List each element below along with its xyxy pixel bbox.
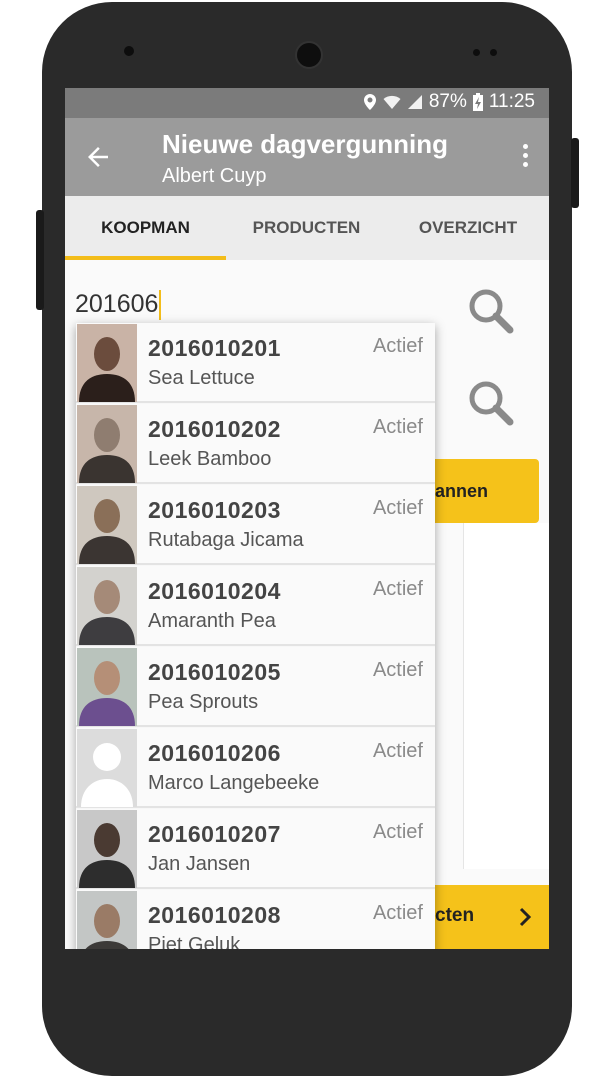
location-icon (363, 94, 376, 110)
status-bar: 87% 11:25 (65, 88, 549, 118)
tab-bar: KOOPMAN PRODUCTEN OVERZICHT (65, 196, 549, 260)
result-number: 2016010204 (148, 578, 281, 604)
scan-button[interactable]: annen (425, 459, 539, 523)
result-status: Actief (372, 416, 423, 438)
result-number: 2016010202 (148, 416, 281, 442)
app-bar: Nieuwe dagvergunning Albert Cuyp (65, 118, 549, 196)
avatar (77, 567, 137, 645)
tab-producten[interactable]: PRODUCTEN (226, 196, 387, 260)
text-cursor (159, 290, 162, 321)
search-icon[interactable] (466, 286, 516, 336)
earpiece-speaker (295, 41, 323, 69)
avatar-placeholder-icon (77, 729, 137, 807)
avatar (77, 405, 137, 483)
result-name: Leek Bamboo (148, 448, 272, 470)
result-row[interactable]: 2016010208 Piet Geluk Actief (76, 890, 435, 949)
autocomplete-dropdown: 2016010201 Sea Lettuce Actief 2016010202 Lee… (76, 323, 435, 949)
result-row[interactable]: 2016010203 Rutabaga Jicama Actief (76, 485, 435, 565)
result-row[interactable]: 2016010207 Jan Jansen Actief (76, 809, 435, 889)
result-number: 2016010205 (148, 659, 281, 685)
page-title: Nieuwe dagvergunning (162, 129, 449, 159)
avatar (77, 891, 137, 949)
result-name: Jan Jansen (148, 853, 251, 875)
result-row[interactable]: 2016010202 Leek Bamboo Actief (76, 404, 435, 484)
content-card (463, 523, 549, 869)
result-status: Actief (372, 497, 423, 519)
result-status: Actief (372, 740, 423, 762)
side-button-left (36, 210, 44, 310)
front-camera (124, 46, 134, 56)
avatar (77, 324, 137, 402)
result-number: 2016010208 (148, 902, 281, 928)
avatar (77, 486, 137, 564)
result-name: Amaranth Pea (148, 610, 276, 632)
avatar (77, 648, 137, 726)
result-number: 2016010201 (148, 335, 281, 361)
result-name: Rutabaga Jicama (148, 529, 304, 551)
search-icon[interactable] (466, 378, 516, 428)
result-row[interactable]: 2016010206 Marco Langebeeke Actief (76, 728, 435, 808)
clock: 11:25 (488, 91, 535, 112)
active-tab-indicator (65, 256, 226, 260)
result-number: 2016010206 (148, 740, 281, 766)
result-name: Sea Lettuce (148, 367, 255, 389)
next-button[interactable]: cten (425, 885, 549, 949)
battery-percentage: 87% (428, 91, 467, 112)
result-row[interactable]: 2016010201 Sea Lettuce Actief (76, 323, 435, 403)
signal-icon (407, 95, 422, 109)
sensor (473, 49, 480, 56)
side-button-right (571, 138, 579, 208)
app-screen: 87% 11:25 Nieuwe dagvergunning Albert Cu… (65, 88, 549, 949)
chevron-right-icon (519, 907, 532, 927)
result-name: Pea Sprouts (148, 691, 259, 713)
result-name: Marco Langebeeke (148, 772, 320, 794)
result-number: 2016010207 (148, 821, 281, 847)
result-name: Piet Geluk (148, 934, 241, 949)
result-status: Actief (372, 659, 423, 681)
back-arrow-icon[interactable] (83, 142, 113, 172)
result-row[interactable]: 2016010205 Pea Sprouts Actief (76, 647, 435, 727)
result-status: Actief (372, 821, 423, 843)
overflow-menu-icon[interactable] (521, 144, 529, 170)
battery-charging-icon (472, 93, 483, 111)
wifi-icon (383, 95, 401, 109)
tab-koopman[interactable]: KOOPMAN (65, 196, 226, 260)
result-status: Actief (372, 578, 423, 600)
result-status: Actief (372, 902, 423, 924)
search-input[interactable]: 201606 (75, 290, 415, 326)
avatar (77, 810, 137, 888)
sensor (490, 49, 497, 56)
result-number: 2016010203 (148, 497, 281, 523)
tab-overzicht[interactable]: OVERZICHT (387, 196, 549, 260)
result-status: Actief (372, 335, 423, 357)
result-row[interactable]: 2016010204 Amaranth Pea Actief (76, 566, 435, 646)
page-subtitle: Albert Cuyp (162, 165, 267, 187)
